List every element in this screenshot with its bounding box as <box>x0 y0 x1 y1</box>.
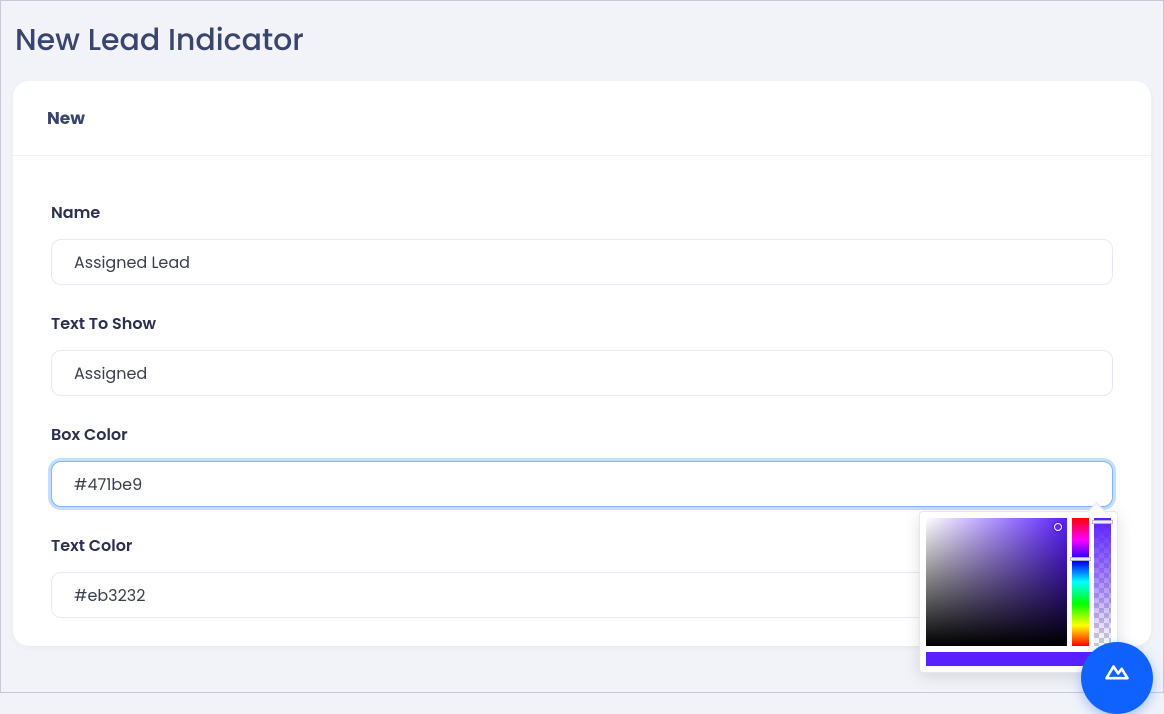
field-group-name: Name <box>51 200 1113 285</box>
card-header-title: New <box>47 105 1117 131</box>
hue-handle[interactable] <box>1070 557 1091 561</box>
alpha-slider[interactable] <box>1094 518 1111 646</box>
field-group-text-to-show: Text To Show <box>51 311 1113 396</box>
card-header: New <box>13 81 1151 156</box>
mountain-icon <box>1103 656 1131 691</box>
help-fab[interactable] <box>1081 642 1153 714</box>
saturation-panel[interactable] <box>926 518 1067 646</box>
page-title: New Lead Indicator <box>1 1 1163 81</box>
field-group-box-color: Box Color <box>51 422 1113 507</box>
label-name: Name <box>51 200 1113 225</box>
color-picker-row <box>926 518 1111 646</box>
input-name[interactable] <box>51 239 1113 285</box>
alpha-handle[interactable] <box>1092 520 1113 524</box>
hue-slider[interactable] <box>1072 518 1089 646</box>
color-picker-popover <box>919 511 1118 673</box>
input-text-to-show[interactable] <box>51 350 1113 396</box>
label-box-color: Box Color <box>51 422 1113 447</box>
saturation-cursor[interactable] <box>1054 523 1062 531</box>
label-text-to-show: Text To Show <box>51 311 1113 336</box>
input-box-color[interactable] <box>51 461 1113 507</box>
